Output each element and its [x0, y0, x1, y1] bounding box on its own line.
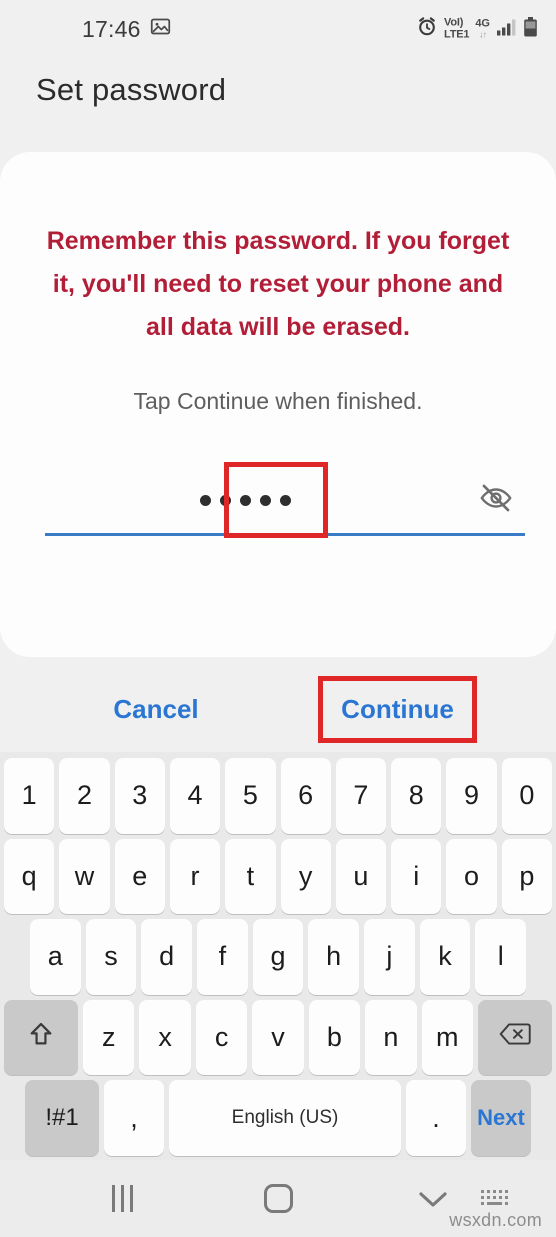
- navigation-bar: wsxdn.com: [0, 1160, 556, 1237]
- key-f[interactable]: f: [197, 919, 248, 995]
- keyboard-row-qwerty: q w e r t y u i o p: [4, 838, 552, 915]
- key-5[interactable]: 5: [225, 758, 276, 834]
- key-i[interactable]: i: [391, 838, 442, 915]
- backspace-key[interactable]: [477, 999, 552, 1076]
- key-9[interactable]: 9: [446, 758, 497, 834]
- recents-bars: [111, 1185, 133, 1212]
- key-g[interactable]: g: [252, 919, 304, 995]
- key-b[interactable]: b: [308, 999, 361, 1076]
- network-label: 4G: [475, 17, 490, 30]
- key-e[interactable]: e: [114, 838, 165, 915]
- key-3[interactable]: 3: [114, 758, 165, 834]
- key-a[interactable]: a: [29, 919, 81, 995]
- status-clock: 17:46: [82, 15, 141, 42]
- signal-bars-icon: [496, 17, 517, 41]
- key-r[interactable]: r: [169, 838, 221, 915]
- password-dot: [279, 494, 291, 506]
- status-bar-right: VoI) LTE1 4G ↓↑: [416, 16, 538, 43]
- keyboard-row-bottom: !#1 , English (US) . Next: [4, 1080, 552, 1156]
- key-o[interactable]: o: [446, 838, 497, 915]
- symbols-key[interactable]: !#1: [25, 1080, 99, 1156]
- home-icon[interactable]: [249, 1177, 307, 1221]
- password-dot: [199, 494, 211, 506]
- password-input[interactable]: [45, 467, 525, 536]
- key-w[interactable]: w: [59, 838, 110, 915]
- volte-indicator: VoI) LTE1: [444, 16, 470, 40]
- shift-arrow-icon: [27, 1020, 55, 1055]
- password-dot: [219, 494, 231, 506]
- key-7[interactable]: 7: [335, 758, 387, 834]
- warning-message: Remember this password. If you forget it…: [46, 227, 510, 341]
- cancel-button[interactable]: Cancel: [80, 676, 232, 743]
- comma-key[interactable]: ,: [104, 1080, 164, 1156]
- key-y[interactable]: y: [280, 838, 331, 915]
- key-c[interactable]: c: [195, 999, 248, 1076]
- key-s[interactable]: s: [85, 919, 137, 995]
- password-underline: [45, 533, 525, 536]
- key-d[interactable]: d: [141, 919, 192, 995]
- key-6[interactable]: 6: [280, 758, 331, 834]
- status-bar: 17:46 VoI) LTE1 4G ↓↑: [0, 0, 556, 58]
- eye-off-icon[interactable]: [479, 481, 513, 515]
- key-j[interactable]: j: [364, 919, 415, 995]
- volte-label-bottom: LTE1: [444, 28, 470, 40]
- key-8[interactable]: 8: [391, 758, 442, 834]
- image-icon: [150, 16, 171, 42]
- battery-icon: [523, 16, 538, 42]
- home-square: [263, 1184, 293, 1213]
- key-x[interactable]: x: [139, 999, 191, 1076]
- password-dot: [239, 494, 251, 506]
- page-title: Set password: [36, 72, 227, 107]
- network-type-indicator: 4G ↓↑: [475, 17, 490, 40]
- dialog-actions: Cancel Continue: [0, 676, 556, 743]
- space-key[interactable]: English (US): [169, 1080, 401, 1156]
- password-masked-value[interactable]: [45, 467, 445, 533]
- password-card: Remember this password. If you forget it…: [0, 152, 556, 657]
- key-z[interactable]: z: [83, 999, 135, 1076]
- key-t[interactable]: t: [225, 838, 276, 915]
- alarm-icon: [416, 16, 438, 43]
- recents-icon[interactable]: [93, 1177, 151, 1221]
- key-k[interactable]: k: [419, 919, 471, 995]
- hint-message: Tap Continue when finished.: [133, 388, 423, 414]
- key-l[interactable]: l: [475, 919, 527, 995]
- phone-screen: 17:46 VoI) LTE1 4G ↓↑ Set password Remem…: [0, 0, 556, 1237]
- key-m[interactable]: m: [421, 999, 473, 1076]
- key-2[interactable]: 2: [59, 758, 110, 834]
- next-key[interactable]: Next: [471, 1080, 531, 1156]
- backspace-icon: [499, 1021, 531, 1054]
- watermark: wsxdn.com: [449, 1210, 542, 1230]
- continue-button[interactable]: Continue: [318, 676, 477, 743]
- period-key[interactable]: .: [406, 1080, 466, 1156]
- key-4[interactable]: 4: [169, 758, 221, 834]
- key-q[interactable]: q: [4, 838, 55, 915]
- key-n[interactable]: n: [365, 999, 417, 1076]
- key-v[interactable]: v: [252, 999, 304, 1076]
- password-dot: [259, 494, 271, 506]
- key-p[interactable]: p: [501, 838, 552, 915]
- key-1[interactable]: 1: [4, 758, 55, 834]
- keyboard-row-home: a s d f g h j k l: [4, 919, 552, 995]
- shift-key[interactable]: [4, 999, 79, 1076]
- data-arrows-icon: ↓↑: [479, 29, 487, 40]
- status-bar-left: 17:46: [82, 16, 171, 43]
- keyboard-row-shift: z x c v b n m: [4, 999, 552, 1076]
- keyboard-row-numbers: 1 2 3 4 5 6 7 8 9 0: [4, 758, 552, 834]
- key-u[interactable]: u: [335, 838, 387, 915]
- volte-label-top: VoI): [444, 16, 464, 29]
- key-0[interactable]: 0: [501, 758, 552, 834]
- key-h[interactable]: h: [308, 919, 360, 995]
- on-screen-keyboard: 1 2 3 4 5 6 7 8 9 0 q w e r t y u i o p …: [0, 752, 556, 1160]
